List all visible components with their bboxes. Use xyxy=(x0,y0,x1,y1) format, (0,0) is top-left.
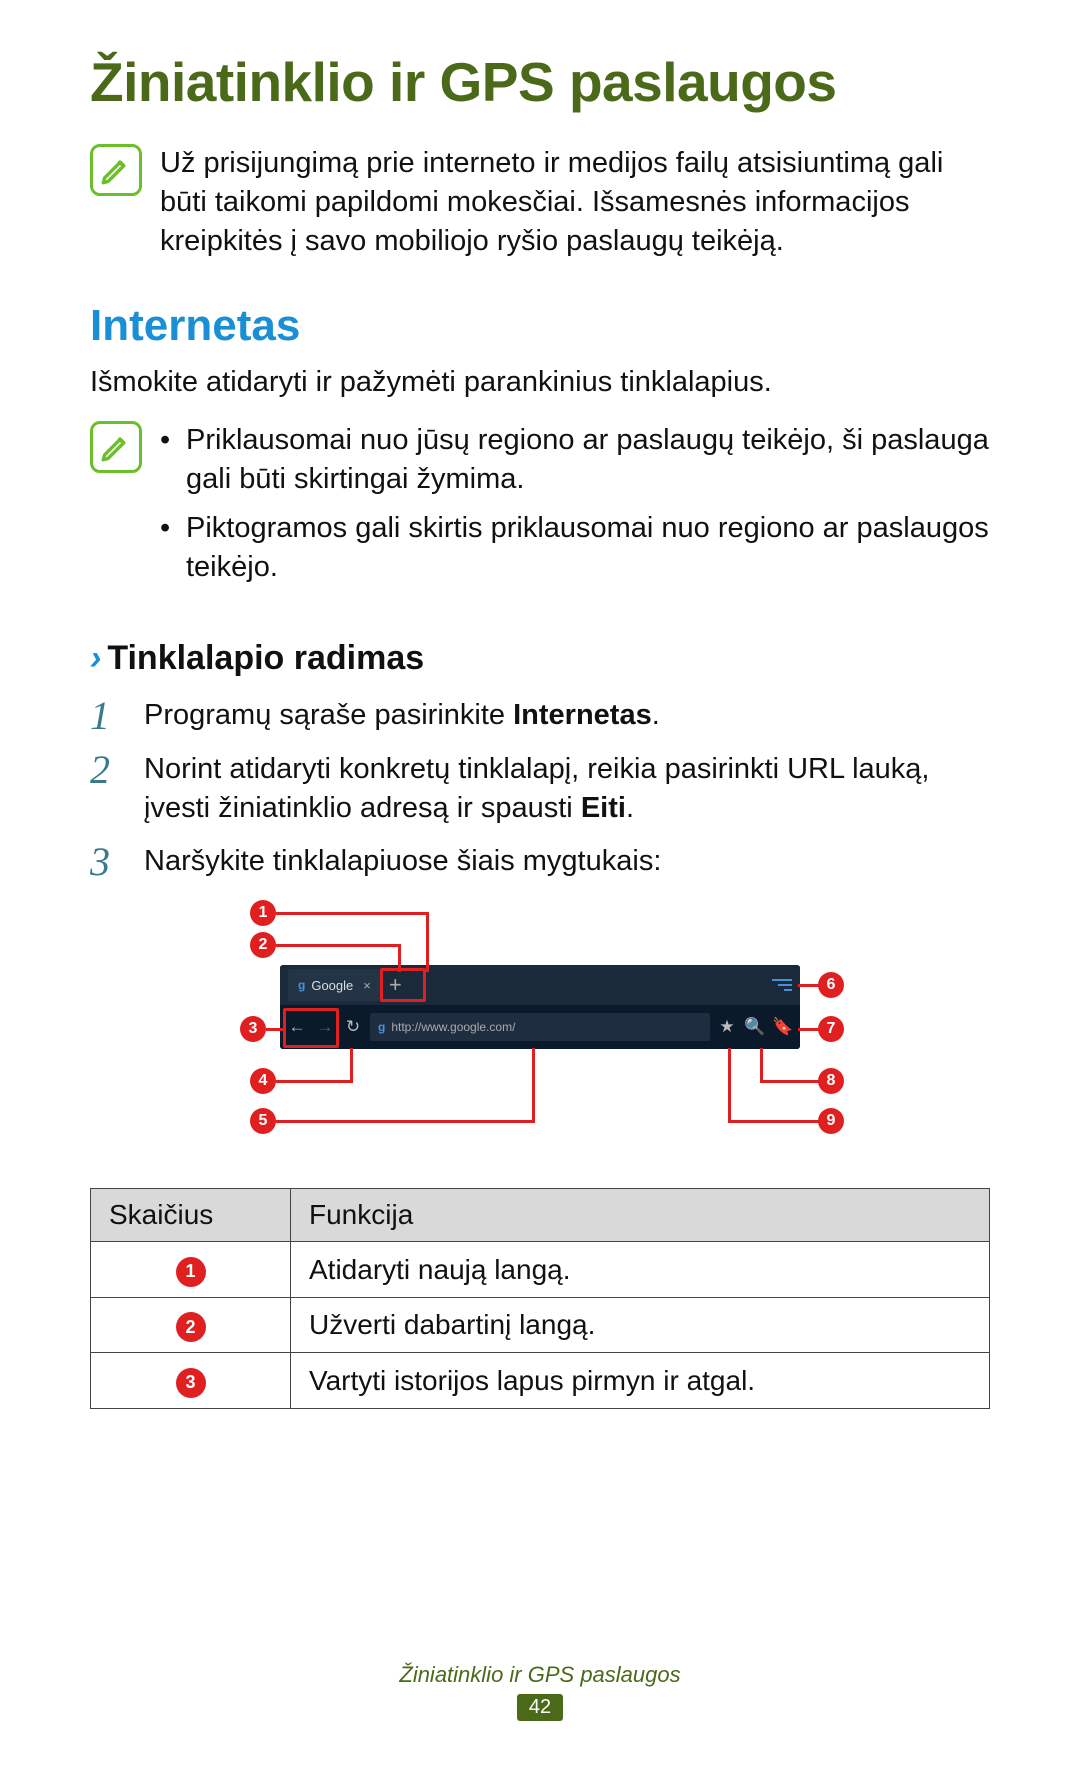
callout-badge: 3 xyxy=(240,1016,266,1042)
browser-diagram: g Google × + ← → ↻ g http://www.google.c… xyxy=(170,900,910,1160)
tab-label: Google xyxy=(311,978,353,993)
number-badge: 2 xyxy=(176,1312,206,1342)
url-input: g http://www.google.com/ xyxy=(370,1013,710,1041)
bookmark-icon: 🔖 xyxy=(772,1017,794,1037)
callout-badge: 9 xyxy=(818,1108,844,1134)
highlight-box xyxy=(380,968,426,1002)
function-table: Skaičius Funkcija 1 Atidaryti naują lang… xyxy=(90,1188,990,1409)
steps-list: 1 Programų sąraše pasirinkite Internetas… xyxy=(90,696,990,882)
subsection-heading: ›Tinklalapio radimas xyxy=(90,639,990,678)
function-cell: Atidaryti naują langą. xyxy=(291,1242,990,1298)
callout-badge: 1 xyxy=(250,900,276,926)
table-row: 3 Vartyti istorijos lapus pirmyn ir atga… xyxy=(91,1353,990,1409)
table-header-function: Funkcija xyxy=(291,1189,990,1242)
tab-bar: g Google × + xyxy=(280,965,800,1005)
step-number: 3 xyxy=(90,842,124,882)
highlight-box xyxy=(283,1008,339,1048)
step-number: 2 xyxy=(90,750,124,828)
step-item: 2 Norint atidaryti konkretų tinklalapį, … xyxy=(90,750,990,828)
note-item: Priklausomai nuo jūsų regiono ar paslaug… xyxy=(186,421,990,499)
number-badge: 1 xyxy=(176,1257,206,1287)
url-text: http://www.google.com/ xyxy=(391,1020,515,1034)
callout-badge: 2 xyxy=(250,932,276,958)
number-badge: 3 xyxy=(176,1368,206,1398)
callout-badge: 4 xyxy=(250,1068,276,1094)
info-note-text: Už prisijungimą prie interneto ir medijo… xyxy=(160,144,990,261)
reload-icon: ↻ xyxy=(342,1017,364,1037)
site-favicon-icon: g xyxy=(378,1020,385,1034)
section-heading: Internetas xyxy=(90,301,990,351)
browser-toolbar: ← → ↻ g http://www.google.com/ ★ 🔍 🔖 xyxy=(280,1005,800,1049)
function-cell: Užverti dabartinį langą. xyxy=(291,1297,990,1353)
chevron-icon: › xyxy=(90,639,101,677)
step-item: 3 Naršykite tinklalapiuose šiais mygtuka… xyxy=(90,842,990,882)
page-number: 42 xyxy=(517,1694,563,1721)
menu-icon xyxy=(772,979,792,991)
pencil-note-icon xyxy=(90,144,142,196)
footer-title: Žiniatinklio ir GPS paslaugos xyxy=(0,1662,1080,1688)
callout-badge: 8 xyxy=(818,1068,844,1094)
table-header-number: Skaičius xyxy=(91,1189,291,1242)
callout-badge: 7 xyxy=(818,1016,844,1042)
page-footer: Žiniatinklio ir GPS paslaugos 42 xyxy=(0,1662,1080,1721)
table-row: 1 Atidaryti naują langą. xyxy=(91,1242,990,1298)
search-icon: 🔍 xyxy=(744,1017,766,1037)
note-item: Piktogramos gali skirtis priklausomai nu… xyxy=(186,509,990,587)
close-tab-icon: × xyxy=(363,978,371,993)
pencil-note-icon xyxy=(90,421,142,473)
section-note: •Priklausomai nuo jūsų regiono ar paslau… xyxy=(90,421,990,598)
step-item: 1 Programų sąraše pasirinkite Internetas… xyxy=(90,696,990,736)
google-favicon-icon: g xyxy=(298,978,305,992)
info-note: Už prisijungimą prie interneto ir medijo… xyxy=(90,144,990,261)
step-number: 1 xyxy=(90,696,124,736)
function-cell: Vartyti istorijos lapus pirmyn ir atgal. xyxy=(291,1353,990,1409)
browser-tab: g Google × xyxy=(288,969,381,1001)
star-icon: ★ xyxy=(716,1017,738,1037)
section-note-list: •Priklausomai nuo jūsų regiono ar paslau… xyxy=(160,421,990,598)
section-intro: Išmokite atidaryti ir pažymėti parankini… xyxy=(90,363,990,402)
table-row: 2 Užverti dabartinį langą. xyxy=(91,1297,990,1353)
callout-badge: 5 xyxy=(250,1108,276,1134)
browser-mock: g Google × + ← → ↻ g http://www.google.c… xyxy=(280,965,800,1049)
page-title: Žiniatinklio ir GPS paslaugos xyxy=(90,50,990,114)
callout-badge: 6 xyxy=(818,972,844,998)
